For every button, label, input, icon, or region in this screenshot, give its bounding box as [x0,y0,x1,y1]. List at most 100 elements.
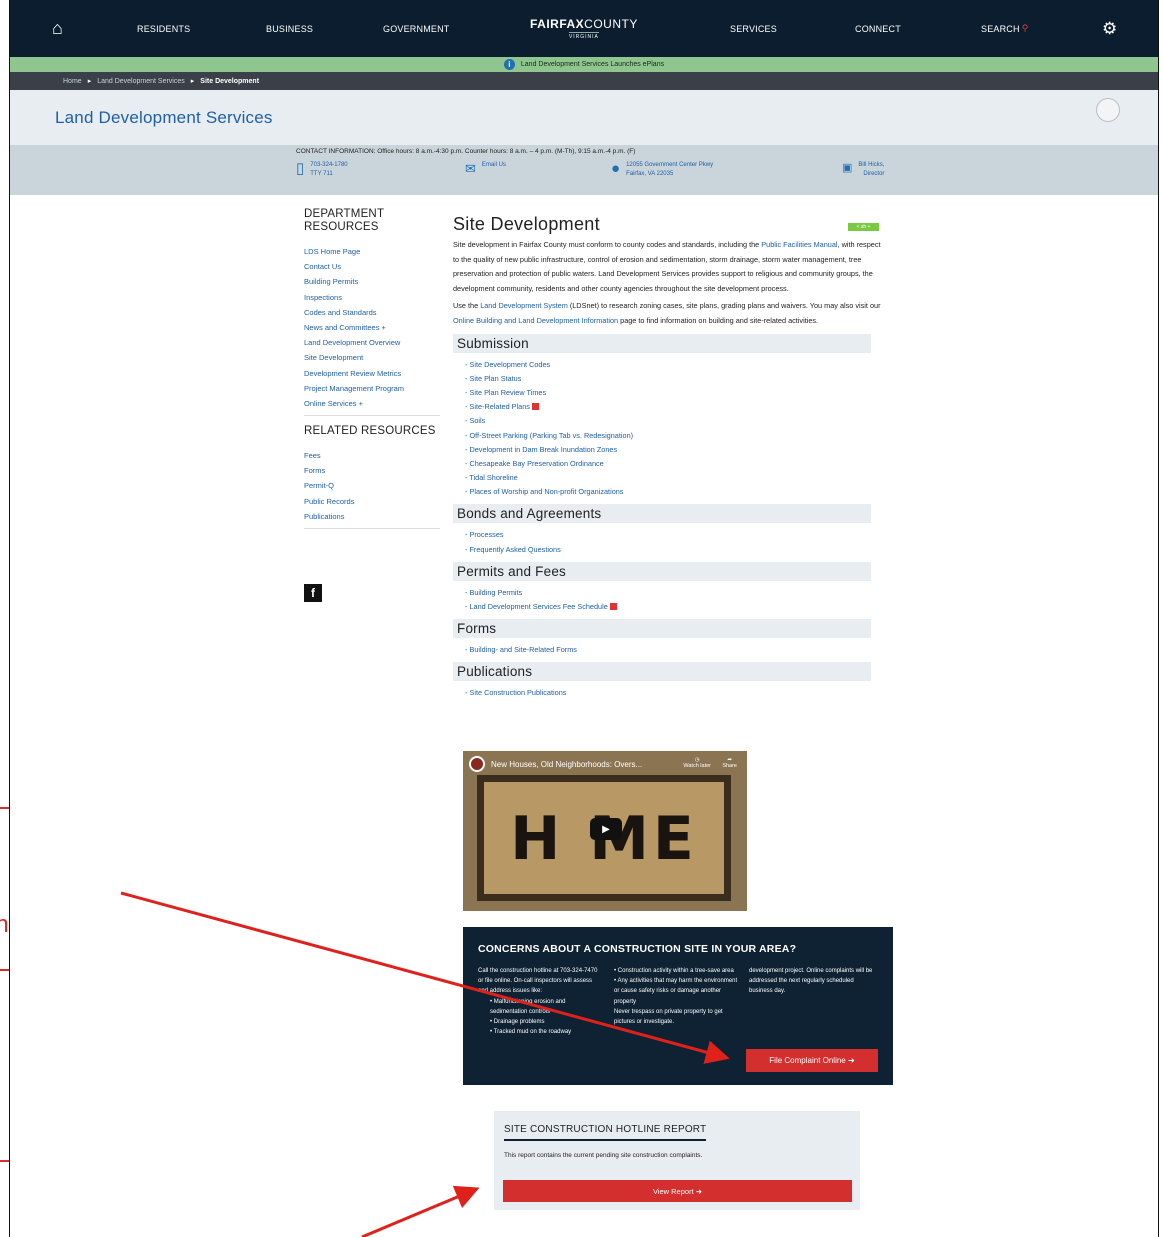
banner-text: Land Development Services Launches ePlan… [520,61,665,68]
list-item[interactable]: Building Permits [465,586,886,600]
pfm-link[interactable]: Public Facilities Manual [761,240,837,249]
section-heading: Forms [453,619,871,639]
section-heading: Publications [453,662,871,682]
online-info-link[interactable]: Online Building and Land Development Inf… [453,316,618,325]
nav-government[interactable]: GOVERNMENT [383,0,450,57]
link-text: Land Development Services Fee Schedule [469,602,608,611]
breadcrumb-home[interactable]: Home [63,78,82,85]
complaint-list: Construction activity within a tree-save… [614,966,744,1007]
contact-director[interactable]: ▣ Bill Hicks, Director [842,161,884,179]
file-complaint-button[interactable]: File Complaint Online ➜ [746,1049,878,1072]
sidebar-item[interactable]: Inspections [304,290,444,305]
link-list: Building Permits Land Development Servic… [453,586,886,614]
video-share-button[interactable]: ➦ Share [722,757,737,769]
top-nav: ⌂ RESIDENTS BUSINESS GOVERNMENT FAIRFAXC… [10,0,1158,57]
list-item: Construction activity within a tree-save… [614,966,744,976]
sidebar-item[interactable]: Forms [304,463,444,478]
ldsnet-text: (LDSnet) to research zoning cases, site … [567,301,881,311]
arrow-right-icon: ➜ [695,1186,703,1196]
report-text: This report contains the current pending… [504,1152,703,1159]
logo-bold: FAIRFAX [530,17,585,31]
video-player[interactable]: H ME New Houses, Old Neighborhoods: Over… [463,751,747,911]
list-item[interactable]: Site Plan Review Times [465,386,886,400]
county-logo[interactable]: FAIRFAXCOUNTY VIRGINIA [530,0,638,57]
list-item[interactable]: Places of Worship and Non-profit Organiz… [465,485,886,499]
list-item-pdf[interactable]: Site-Related Plans [465,400,886,414]
browser-frame: ⌂ RESIDENTS BUSINESS GOVERNMENT FAIRFAXC… [9,0,1159,1237]
contact-bar: CONTACT INFORMATION: Office hours: 8 a.m… [10,145,1158,195]
sidebar-item[interactable]: Contact Us [304,259,444,274]
complaint-col-1: Call the construction hotline at 703-324… [478,966,603,1037]
info-icon: i [503,59,515,70]
logo-sub: VIRGINIA [568,32,599,40]
channel-avatar[interactable] [469,756,485,772]
share-button[interactable]: < sh + [848,223,879,231]
contact-email[interactable]: ✉ Email Us [465,161,506,176]
list-item[interactable]: Site Development Codes [465,358,886,372]
list-item: Drainage problems [490,1017,603,1027]
list-item[interactable]: Chesapeake Bay Preservation Ordinance [465,457,886,471]
list-item[interactable]: Site Construction Publications [465,686,886,700]
list-item: Tracked mud on the roadway [490,1027,603,1037]
page-title[interactable]: Land Development Services [55,108,273,128]
facebook-icon[interactable]: f [304,584,322,602]
complaint-title: CONCERNS ABOUT A CONSTRUCTION SITE IN YO… [478,943,797,955]
list-item: Malfunctioning erosion and sedimentation… [490,997,603,1017]
sidebar-item[interactable]: LDS Home Page [304,244,444,259]
view-report-label: View Report [652,1186,694,1196]
gear-icon[interactable]: ⚙ [1102,0,1117,57]
chevron-right-icon: ▸ [190,78,195,85]
list-item[interactable]: Development in Dam Break Inundation Zone… [465,443,886,457]
section-heading: Bonds and Agreements [453,504,871,524]
video-title[interactable]: New Houses, Old Neighborhoods: Overs... [491,760,642,769]
breadcrumb-lds[interactable]: Land Development Services [97,78,185,85]
play-icon[interactable]: ▶ [590,818,622,840]
list-item[interactable]: Site Plan Status [465,372,886,386]
contact-address[interactable]: ● 12055 Government Center Pkwy Fairfax, VA… [611,161,713,179]
location-pin-icon: ● [611,160,621,177]
link-text: Site-Related Plans [469,402,530,412]
search-icon: ⚲ [1021,23,1029,33]
link-list: Processes Frequently Asked Questions [453,528,886,556]
nav-residents[interactable]: RESIDENTS [137,0,190,57]
breadcrumb-current: Site Development [200,77,260,85]
sidebar-item[interactable]: Building Permits [304,274,444,289]
search-label: SEARCH [981,23,1020,34]
sidebar-dept-title: DEPARTMENT RESOURCES [304,208,384,233]
nav-business[interactable]: BUSINESS [266,0,313,57]
sidebar-item[interactable]: Codes and Standards [304,305,444,320]
address-line1: 12055 Government Center Pkwy [626,162,714,168]
list-item[interactable]: Building- and Site-Related Forms [465,643,886,657]
lds-link[interactable]: Land Development System [480,301,568,310]
pdf-icon [531,403,539,411]
list-item-pdf[interactable]: Land Development Services Fee Schedule [465,600,886,614]
tty-number: TTY 711 [310,171,333,177]
sidebar-item[interactable]: Public Records [304,494,444,509]
sidebar-item[interactable]: Site Development [304,350,444,365]
nav-connect[interactable]: CONNECT [855,0,901,57]
sidebar-item[interactable]: Fees [304,448,444,463]
watch-later-button[interactable]: ◷ Watch later [683,757,711,769]
nav-services[interactable]: SERVICES [730,0,777,57]
sidebar-item[interactable]: Online Services + [304,396,444,411]
list-item[interactable]: Off-Street Parking (Parking Tab vs. Rede… [465,429,886,443]
sidebar-item[interactable]: Publications [304,509,444,524]
list-item[interactable]: Processes [465,528,886,542]
home-icon[interactable]: ⌂ [52,0,63,57]
sidebar-item[interactable]: Land Development Overview [304,335,444,350]
contact-phone[interactable]: ▯ 703-324-1780 TTY 711 [296,161,348,179]
announcement-banner[interactable]: i Land Development Services Launches ePla… [10,57,1158,72]
sidebar-related-title: RELATED RESOURCES [304,425,436,438]
list-item[interactable]: Soils [465,414,886,428]
complaint-list: Malfunctioning erosion and sedimentation… [490,997,603,1038]
sidebar-item[interactable]: Development Review Metrics [304,366,444,381]
view-report-button[interactable]: View Report ➜ [503,1180,852,1202]
page: new plaint ⌂ RESIDENTS BUSINESS GOVERNME… [0,0,1164,1237]
sidebar-item[interactable]: Permit-Q [304,478,444,493]
sidebar-item[interactable]: News and Committees + [304,320,444,335]
list-item[interactable]: Frequently Asked Questions [465,543,886,557]
sidebar-item[interactable]: Project Management Program [304,381,444,396]
nav-search[interactable]: SEARCH ⚲ [981,0,1029,57]
county-seal-icon [1096,98,1120,122]
list-item[interactable]: Tidal Shoreline [465,471,886,485]
